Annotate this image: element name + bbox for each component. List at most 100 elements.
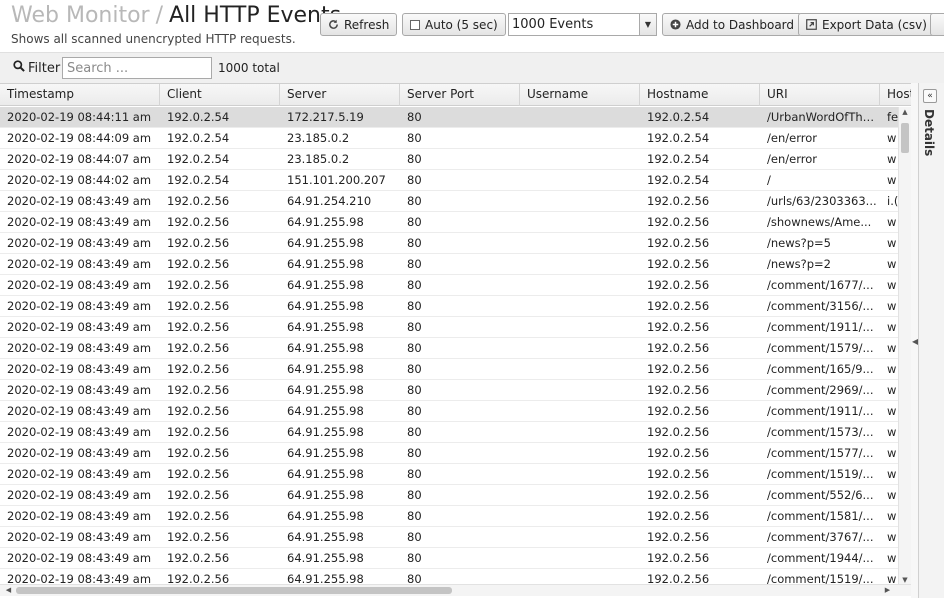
table-row[interactable]: 2020-02-19 08:43:49 am 192.0.2.56 64.91.25… bbox=[0, 359, 898, 380]
details-panel-label[interactable]: Details bbox=[922, 109, 936, 156]
column-header-server[interactable]: Server bbox=[280, 84, 400, 106]
title-line: Web Monitor / All HTTP Events bbox=[11, 3, 341, 28]
table-row[interactable]: 2020-02-19 08:43:49 am 192.0.2.56 64.91.25… bbox=[0, 191, 898, 212]
cell-client: 192.0.2.56 bbox=[167, 404, 230, 418]
total-count: 1000 total bbox=[218, 61, 280, 75]
table-row[interactable]: 2020-02-19 08:43:49 am 192.0.2.56 64.91.25… bbox=[0, 296, 898, 317]
cell-host: w bbox=[887, 404, 897, 418]
cell-uri: /comment/1911/... bbox=[767, 404, 874, 418]
cell-uri: /comment/1519/... bbox=[767, 467, 874, 481]
table-row[interactable]: 2020-02-19 08:44:11 am 192.0.2.54 172.217.… bbox=[0, 107, 898, 128]
table-row[interactable]: 2020-02-19 08:43:49 am 192.0.2.56 64.91.25… bbox=[0, 275, 898, 296]
table-row[interactable]: 2020-02-19 08:44:09 am 192.0.2.54 23.185.0… bbox=[0, 128, 898, 149]
cell-hostname: 192.0.2.54 bbox=[647, 173, 710, 187]
add-to-dashboard-button[interactable]: Add to Dashboard bbox=[662, 13, 803, 36]
cell-timestamp: 2020-02-19 08:44:07 am bbox=[7, 152, 152, 166]
table-row[interactable]: 2020-02-19 08:44:02 am 192.0.2.54 151.101.… bbox=[0, 170, 898, 191]
cell-hostname: 192.0.2.56 bbox=[647, 278, 710, 292]
column-header-client[interactable]: Client bbox=[160, 84, 280, 106]
search-input[interactable] bbox=[62, 57, 212, 79]
cell-host: i.( bbox=[887, 194, 898, 208]
overflow-button[interactable] bbox=[930, 13, 944, 36]
cell-uri: /comment/552/6... bbox=[767, 488, 874, 502]
column-header-host[interactable]: Host bbox=[880, 84, 911, 106]
table-row[interactable]: 2020-02-19 08:43:49 am 192.0.2.56 64.91.25… bbox=[0, 317, 898, 338]
horizontal-scrollbar[interactable]: ◀ ▶ bbox=[0, 584, 911, 596]
auto-refresh-checkbox[interactable] bbox=[410, 19, 420, 30]
column-header-timestamp[interactable]: Timestamp bbox=[0, 84, 160, 106]
chevron-down-icon[interactable]: ▼ bbox=[639, 14, 656, 35]
cell-uri: / bbox=[767, 173, 771, 187]
table-row[interactable]: 2020-02-19 08:43:49 am 192.0.2.56 64.91.25… bbox=[0, 485, 898, 506]
cell-username bbox=[520, 338, 640, 358]
double-chevron-left-icon[interactable]: « bbox=[923, 89, 937, 103]
cell-username bbox=[520, 107, 640, 127]
cell-timestamp: 2020-02-19 08:43:49 am bbox=[7, 488, 152, 502]
cell-port: 80 bbox=[407, 572, 422, 584]
column-header-uri[interactable]: URI bbox=[760, 84, 880, 106]
table-row[interactable]: 2020-02-19 08:43:49 am 192.0.2.56 64.91.25… bbox=[0, 527, 898, 548]
cell-timestamp: 2020-02-19 08:43:49 am bbox=[7, 551, 152, 565]
cell-username bbox=[520, 443, 640, 463]
cell-hostname: 192.0.2.56 bbox=[647, 446, 710, 460]
cell-username bbox=[520, 149, 640, 169]
cell-client: 192.0.2.56 bbox=[167, 425, 230, 439]
auto-refresh-toggle[interactable]: Auto (5 sec) bbox=[402, 13, 506, 36]
cell-client: 192.0.2.56 bbox=[167, 257, 230, 271]
breadcrumb-parent[interactable]: Web Monitor bbox=[11, 3, 150, 28]
cell-uri: /comment/1677/... bbox=[767, 278, 874, 292]
table-row[interactable]: 2020-02-19 08:43:49 am 192.0.2.56 64.91.25… bbox=[0, 464, 898, 485]
table-row[interactable]: 2020-02-19 08:43:49 am 192.0.2.56 64.91.25… bbox=[0, 401, 898, 422]
cell-port: 80 bbox=[407, 194, 422, 208]
scroll-down-icon[interactable]: ▼ bbox=[899, 575, 911, 584]
export-csv-label: Export Data (csv) bbox=[822, 17, 927, 32]
cell-username bbox=[520, 464, 640, 484]
column-header-hostname[interactable]: Hostname bbox=[640, 84, 760, 106]
cell-uri: /comment/1911/... bbox=[767, 320, 874, 334]
scroll-up-icon[interactable]: ▲ bbox=[899, 107, 911, 117]
cell-uri: /comment/1579/... bbox=[767, 341, 874, 355]
cell-server: 64.91.255.98 bbox=[287, 530, 364, 544]
plus-circle-icon bbox=[670, 19, 681, 30]
cell-hostname: 192.0.2.54 bbox=[647, 110, 710, 124]
cell-uri: /news?p=5 bbox=[767, 236, 831, 250]
cell-username bbox=[520, 527, 640, 547]
cell-port: 80 bbox=[407, 215, 422, 229]
column-header-server-port[interactable]: Server Port bbox=[400, 84, 520, 106]
cell-uri: /en/error bbox=[767, 152, 817, 166]
cell-host: w bbox=[887, 320, 897, 334]
horizontal-scroll-thumb[interactable] bbox=[16, 587, 452, 594]
cell-timestamp: 2020-02-19 08:43:49 am bbox=[7, 236, 152, 250]
table-row[interactable]: 2020-02-19 08:43:49 am 192.0.2.56 64.91.25… bbox=[0, 338, 898, 359]
cell-timestamp: 2020-02-19 08:43:49 am bbox=[7, 530, 152, 544]
refresh-button[interactable]: Refresh bbox=[320, 13, 398, 36]
cell-host: w bbox=[887, 509, 897, 523]
table-row[interactable]: 2020-02-19 08:43:49 am 192.0.2.56 64.91.25… bbox=[0, 443, 898, 464]
cell-hostname: 192.0.2.56 bbox=[647, 488, 710, 502]
panel-splitter[interactable]: ◀ bbox=[911, 83, 918, 598]
scroll-left-icon[interactable]: ◀ bbox=[3, 585, 14, 596]
cell-uri: /shownews/Ame... bbox=[767, 215, 872, 229]
table-row[interactable]: 2020-02-19 08:43:49 am 192.0.2.56 64.91.25… bbox=[0, 506, 898, 527]
table-row[interactable]: 2020-02-19 08:43:49 am 192.0.2.56 64.91.25… bbox=[0, 422, 898, 443]
cell-timestamp: 2020-02-19 08:43:49 am bbox=[7, 404, 152, 418]
vertical-scroll-thumb[interactable] bbox=[901, 123, 909, 153]
table-row[interactable]: 2020-02-19 08:43:49 am 192.0.2.56 64.91.25… bbox=[0, 212, 898, 233]
table-row[interactable]: 2020-02-19 08:43:49 am 192.0.2.56 64.91.25… bbox=[0, 548, 898, 569]
scroll-right-icon[interactable]: ▶ bbox=[882, 585, 893, 596]
export-csv-button[interactable]: Export Data (csv) bbox=[798, 13, 935, 36]
table-row[interactable]: 2020-02-19 08:43:49 am 192.0.2.56 64.91.25… bbox=[0, 569, 898, 584]
cell-server: 64.91.255.98 bbox=[287, 236, 364, 250]
vertical-scrollbar[interactable]: ▲ ▼ bbox=[898, 107, 911, 584]
table-row[interactable]: 2020-02-19 08:44:07 am 192.0.2.54 23.185.0… bbox=[0, 149, 898, 170]
table-row[interactable]: 2020-02-19 08:43:49 am 192.0.2.56 64.91.25… bbox=[0, 380, 898, 401]
cell-username bbox=[520, 548, 640, 568]
cell-timestamp: 2020-02-19 08:43:49 am bbox=[7, 215, 152, 229]
page-subtitle: Shows all scanned unencrypted HTTP reque… bbox=[11, 32, 296, 46]
table-row[interactable]: 2020-02-19 08:43:49 am 192.0.2.56 64.91.25… bbox=[0, 233, 898, 254]
cell-client: 192.0.2.56 bbox=[167, 236, 230, 250]
table-row[interactable]: 2020-02-19 08:43:49 am 192.0.2.56 64.91.25… bbox=[0, 254, 898, 275]
column-header-username[interactable]: Username bbox=[520, 84, 640, 106]
cell-server: 64.91.255.98 bbox=[287, 215, 364, 229]
events-count-select[interactable]: 1000 Events ▼ bbox=[508, 13, 657, 36]
